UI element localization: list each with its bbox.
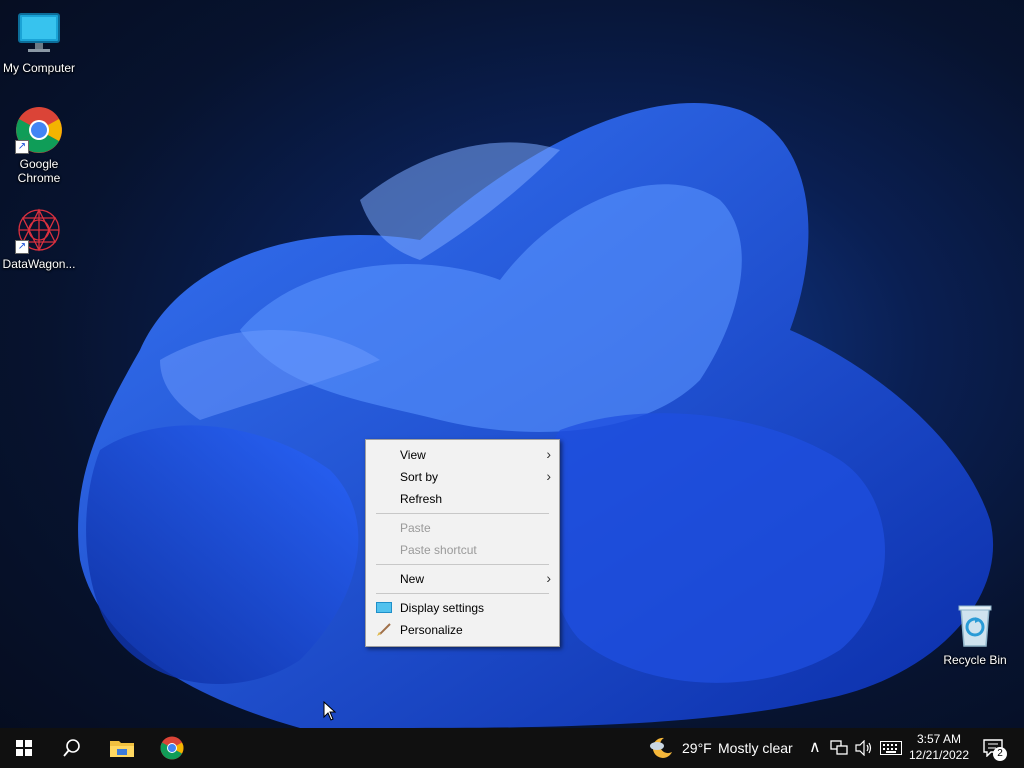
show-hidden-icons-button[interactable]: ∧ bbox=[804, 728, 826, 768]
display-icon bbox=[376, 602, 392, 613]
menu-item-label: Paste bbox=[400, 521, 431, 535]
volume-button[interactable] bbox=[852, 728, 876, 768]
desktop-icon-label: Recycle Bin bbox=[943, 653, 1007, 667]
folder-icon bbox=[110, 741, 134, 757]
desktop-icon-recycle-bin[interactable]: Recycle Bin bbox=[936, 602, 1014, 667]
touch-keyboard-button[interactable] bbox=[878, 728, 904, 768]
windows-logo-icon bbox=[16, 740, 32, 756]
shortcut-arrow-icon: ↗ bbox=[15, 140, 29, 154]
desktop-icon-my-computer[interactable]: My Computer bbox=[0, 10, 78, 75]
notification-count-badge: 2 bbox=[993, 747, 1007, 761]
chrome-icon: ↗ bbox=[15, 106, 63, 154]
chevron-right-icon: › bbox=[546, 446, 551, 462]
menu-item-label: Paste shortcut bbox=[400, 543, 477, 557]
speaker-icon bbox=[855, 740, 872, 756]
shortcut-arrow-icon: ↗ bbox=[15, 240, 29, 254]
desktop-icon-label: DataWagon... bbox=[2, 257, 76, 271]
menu-item-view[interactable]: View › bbox=[366, 444, 559, 466]
chevron-up-icon: ∧ bbox=[809, 739, 821, 756]
menu-item-sort-by[interactable]: Sort by › bbox=[366, 466, 559, 488]
search-button[interactable] bbox=[48, 728, 96, 768]
desktop-icon-datawagon[interactable]: ↗ DataWagon... bbox=[0, 206, 78, 271]
search-icon bbox=[63, 739, 80, 757]
start-button[interactable] bbox=[0, 728, 48, 768]
network-button[interactable] bbox=[828, 728, 850, 768]
moon-cloud-icon bbox=[650, 737, 672, 758]
menu-item-personalize[interactable]: Personalize bbox=[366, 619, 559, 641]
taskbar: 29°F Mostly clear ∧ 3:57 AM 12/21/2022 2 bbox=[0, 728, 1024, 768]
menu-item-paste[interactable]: Paste bbox=[366, 517, 559, 539]
mouse-cursor-icon bbox=[323, 701, 337, 721]
keyboard-icon bbox=[880, 741, 902, 755]
weather-temperature: 29°F bbox=[682, 740, 712, 756]
menu-item-label: View bbox=[400, 448, 426, 462]
menu-separator bbox=[376, 513, 549, 514]
weather-condition: Mostly clear bbox=[718, 740, 793, 756]
desktop-context-menu: View › Sort by › Refresh Paste Paste sho… bbox=[365, 439, 560, 647]
clock-time: 3:57 AM bbox=[916, 732, 962, 746]
menu-item-label: Refresh bbox=[400, 492, 443, 506]
taskbar-google-chrome[interactable] bbox=[148, 728, 196, 768]
menu-item-label: Display settings bbox=[400, 601, 485, 615]
action-center-button[interactable]: 2 bbox=[976, 728, 1016, 768]
desktop-icon-label: My Computer bbox=[2, 61, 76, 75]
weather-widget[interactable]: 29°F Mostly clear bbox=[646, 728, 798, 768]
menu-item-paste-shortcut[interactable]: Paste shortcut bbox=[366, 539, 559, 561]
chrome-icon bbox=[160, 736, 184, 760]
menu-item-refresh[interactable]: Refresh bbox=[366, 488, 559, 510]
clock-date: 12/21/2022 bbox=[908, 748, 970, 762]
menu-item-label: Sort by bbox=[400, 470, 439, 484]
clock[interactable]: 3:57 AM 12/21/2022 bbox=[906, 728, 972, 768]
desktop-icon-label: Google Chrome bbox=[17, 157, 61, 185]
paintbrush-icon bbox=[377, 623, 391, 636]
network-icon bbox=[830, 740, 848, 755]
chevron-right-icon: › bbox=[546, 570, 551, 586]
menu-item-new[interactable]: New › bbox=[366, 568, 559, 590]
recycle-bin-icon bbox=[951, 602, 999, 650]
menu-separator bbox=[376, 593, 549, 594]
menu-item-display-settings[interactable]: Display settings bbox=[366, 597, 559, 619]
monitor-icon bbox=[15, 10, 63, 58]
chevron-right-icon: › bbox=[546, 468, 551, 484]
menu-separator bbox=[376, 564, 549, 565]
desktop-icon-google-chrome[interactable]: ↗ Google Chrome bbox=[0, 106, 78, 185]
menu-item-label: New bbox=[400, 572, 425, 586]
datawagon-icon: ↗ bbox=[15, 206, 63, 254]
taskbar-file-explorer[interactable] bbox=[98, 728, 146, 768]
menu-item-label: Personalize bbox=[400, 623, 463, 637]
